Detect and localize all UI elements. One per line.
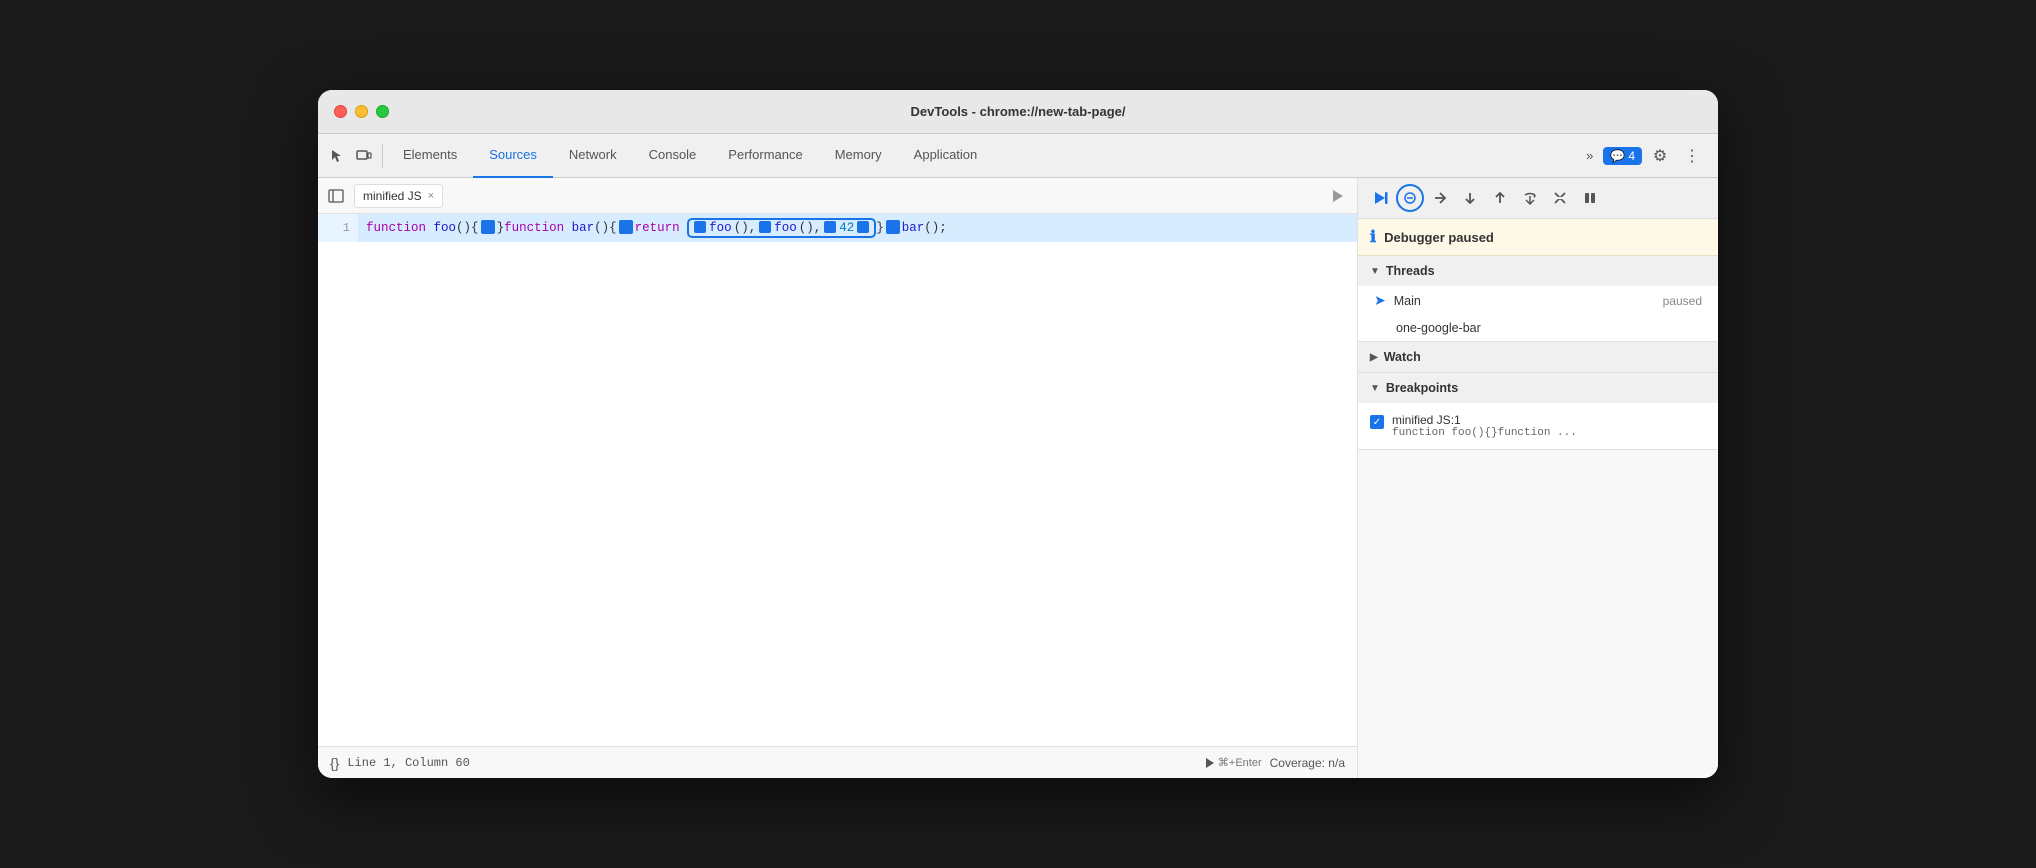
debugger-paused-text: Debugger paused — [1384, 230, 1494, 245]
call-bar: bar — [902, 221, 925, 235]
minimize-button[interactable] — [355, 105, 368, 118]
watch-expand-icon: ▶ — [1370, 352, 1378, 363]
breakpoint-content-1: minified JS:1 function foo(){}function .… — [1392, 413, 1577, 439]
titlebar: DevTools - chrome://new-tab-page/ — [318, 90, 1718, 134]
left-panel: minified JS × 1 — [318, 178, 1358, 778]
code-line-1: 1 function foo (){ } function bar — [318, 214, 1357, 242]
breakpoint-code: function foo(){}function ... — [1392, 427, 1577, 439]
bp-marker-b — [759, 221, 771, 233]
function-name-foo: foo — [434, 221, 457, 235]
coverage-text: Coverage: n/a — [1270, 756, 1345, 770]
file-tab-minified-js[interactable]: minified JS × — [354, 184, 443, 208]
breakpoint-marker-3 — [886, 220, 900, 234]
thread-arrow-icon: ➤ — [1374, 292, 1386, 309]
pause-on-exceptions-button[interactable] — [1576, 184, 1604, 212]
tab-application[interactable]: Application — [898, 134, 994, 178]
more-tabs-button[interactable]: » — [1580, 144, 1599, 167]
debugger-toolbar — [1358, 178, 1718, 219]
thread-item-main[interactable]: ➤ Main paused — [1358, 286, 1718, 315]
file-tab-name: minified JS — [363, 189, 422, 203]
breakpoint-item-1: ✓ minified JS:1 function foo(){}function… — [1358, 409, 1718, 443]
traffic-lights — [334, 105, 389, 118]
deactivate-breakpoints-button[interactable] — [1396, 184, 1424, 212]
code-editor[interactable]: 1 function foo (){ } function bar — [318, 214, 1357, 746]
step-into-button[interactable] — [1456, 184, 1484, 212]
threads-list: ➤ Main paused one-google-bar — [1358, 286, 1718, 341]
main-area: minified JS × 1 — [318, 178, 1718, 778]
messages-badge[interactable]: 💬 4 — [1603, 147, 1642, 165]
device-toggle-icon[interactable] — [350, 142, 378, 170]
threads-collapse-icon: ▼ — [1370, 266, 1380, 277]
highlighted-calls: foo (), foo (), 42 — [687, 218, 876, 238]
tab-sources[interactable]: Sources — [473, 134, 553, 178]
format-icon[interactable]: {} — [330, 755, 339, 771]
info-icon: ℹ — [1370, 227, 1376, 247]
more-options-icon[interactable]: ⋮ — [1678, 142, 1706, 170]
tabs-divider — [382, 144, 383, 168]
settings-icon[interactable]: ⚙ — [1646, 142, 1674, 170]
tabs-end: » 💬 4 ⚙ ⋮ — [1580, 142, 1714, 170]
chat-icon: 💬 — [1610, 149, 1625, 163]
bp-marker-d — [857, 221, 869, 233]
cursor-icon[interactable] — [322, 142, 350, 170]
sidebar-toggle-icon[interactable] — [326, 186, 346, 206]
breakpoints-collapse-icon: ▼ — [1370, 383, 1380, 394]
run-triangle-icon — [1206, 758, 1214, 768]
breakpoints-section: ▼ Breakpoints ✓ minified JS:1 function f… — [1358, 373, 1718, 450]
breakpoint-checkbox-1[interactable]: ✓ — [1370, 415, 1384, 429]
code-content-1: function foo (){ } function bar (){ retu — [358, 218, 955, 238]
disable-breakpoints-button[interactable] — [1546, 184, 1574, 212]
run-button[interactable]: ⌘+Enter — [1206, 756, 1262, 769]
bp-marker-c — [824, 221, 836, 233]
thread-item-google-bar[interactable]: one-google-bar — [1358, 315, 1718, 341]
tab-console[interactable]: Console — [633, 134, 713, 178]
cursor-position: Line 1, Column 60 — [347, 756, 469, 770]
right-panel: ℹ Debugger paused ▼ Threads ➤ Main pause… — [1358, 178, 1718, 778]
devtools-container: Elements Sources Network Console Perform… — [318, 134, 1718, 778]
step-over-button[interactable] — [1426, 184, 1454, 212]
keyword-function-1: function — [366, 221, 426, 235]
breakpoints-label: Breakpoints — [1386, 381, 1458, 395]
breakpoints-section-header[interactable]: ▼ Breakpoints — [1358, 373, 1718, 403]
line-number-1: 1 — [318, 214, 358, 242]
keyword-function-2: function — [504, 221, 564, 235]
threads-section-header[interactable]: ▼ Threads — [1358, 256, 1718, 286]
breakpoint-file: minified JS:1 — [1392, 413, 1577, 427]
bp-marker-a — [694, 221, 706, 233]
devtools-window: DevTools - chrome://new-tab-page/ Elemen… — [318, 90, 1718, 778]
watch-section-header[interactable]: ▶ Watch — [1358, 342, 1718, 372]
keyword-return: return — [635, 221, 680, 235]
threads-label: Threads — [1386, 264, 1435, 278]
step-button[interactable] — [1516, 184, 1544, 212]
resume-button[interactable] — [1366, 184, 1394, 212]
run-shortcut: ⌘+Enter — [1218, 756, 1262, 769]
tab-elements[interactable]: Elements — [387, 134, 473, 178]
thread-main-name: Main — [1394, 294, 1655, 308]
window-title: DevTools - chrome://new-tab-page/ — [910, 104, 1125, 119]
watch-section: ▶ Watch — [1358, 342, 1718, 373]
breakpoint-marker-1 — [481, 220, 495, 234]
close-button[interactable] — [334, 105, 347, 118]
pretty-print-action[interactable] — [1325, 184, 1349, 208]
breakpoints-list: ✓ minified JS:1 function foo(){}function… — [1358, 403, 1718, 449]
watch-label: Watch — [1384, 350, 1421, 364]
tab-network[interactable]: Network — [553, 134, 633, 178]
file-tab-close-icon[interactable]: × — [428, 190, 434, 202]
maximize-button[interactable] — [376, 105, 389, 118]
threads-section: ▼ Threads ➤ Main paused one-google-bar — [1358, 256, 1718, 342]
step-out-button[interactable] — [1486, 184, 1514, 212]
function-name-bar: bar — [572, 221, 595, 235]
tab-performance[interactable]: Performance — [712, 134, 818, 178]
thread-google-bar-name: one-google-bar — [1374, 321, 1702, 335]
status-bar: {} Line 1, Column 60 ⌘+Enter Coverage: n… — [318, 746, 1357, 778]
breakpoint-marker-2 — [619, 220, 633, 234]
tab-memory[interactable]: Memory — [819, 134, 898, 178]
tabs-bar: Elements Sources Network Console Perform… — [318, 134, 1718, 178]
thread-main-status: paused — [1663, 294, 1702, 308]
debugger-paused-banner: ℹ Debugger paused — [1358, 219, 1718, 256]
file-bar: minified JS × — [318, 178, 1357, 214]
